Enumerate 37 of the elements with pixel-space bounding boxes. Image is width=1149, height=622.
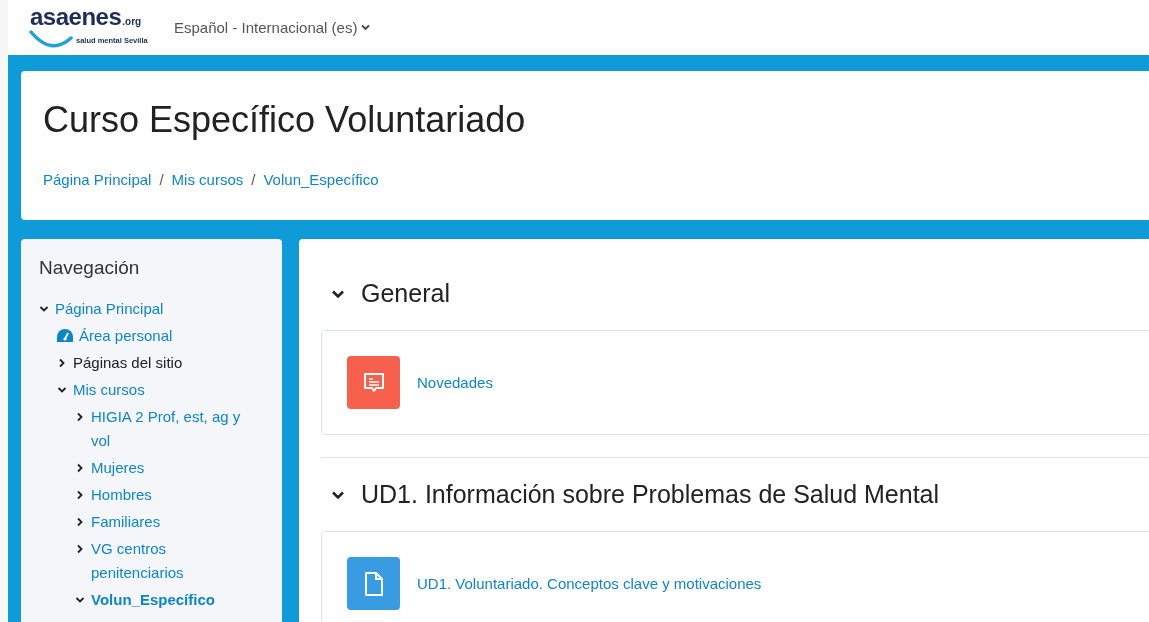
course-title: Curso Específico Voluntariado [43,99,527,141]
nav-item[interactable]: HIGIA 2 Prof, est, ag y vol [75,405,246,453]
logo-suffix: .org [122,15,142,27]
nav-item[interactable]: Página Principal [39,297,246,321]
section-title: UD1. Información sobre Problemas de Salud Mental [361,480,940,509]
breadcrumb-link[interactable]: Página Principal [43,171,152,188]
chevron-right-icon[interactable] [75,544,85,554]
dashboard-icon [57,329,73,343]
breadcrumb-link[interactable]: Mis cursos [171,171,244,188]
logo-name: asaenes [30,2,122,31]
activity-link[interactable]: Novedades [417,374,493,391]
language-menu[interactable]: Español - Internacional (es) [174,19,371,36]
nav-item[interactable]: Área personal [57,324,246,348]
chevron-right-icon[interactable] [75,517,85,527]
chevron-right-icon[interactable] [75,412,85,422]
activity-link[interactable]: UD1. Voluntariado. Conceptos clave y motivaciones [417,575,762,592]
nav-item[interactable]: Páginas del sitio [57,351,246,375]
chevron-down-icon[interactable] [57,385,67,395]
document-icon [362,570,385,597]
breadcrumb-separator: / [159,171,164,188]
nav-item[interactable]: Volun_Específico [75,588,246,612]
smile-icon [28,29,74,50]
chevron-right-icon[interactable] [75,490,85,500]
nav-item[interactable]: VG centros penitenciarios [75,537,246,585]
section-title: General [361,279,450,308]
chevron-down-icon[interactable] [39,304,49,314]
chevron-right-icon[interactable] [57,358,67,368]
caret-icon [361,24,371,31]
chevron-right-icon[interactable] [75,463,85,473]
breadcrumb-link[interactable]: Volun_Específico [263,171,379,188]
breadcrumb-separator: / [251,171,256,188]
nav-item[interactable]: Hombres [75,483,246,507]
chevron-down-icon[interactable] [75,595,85,605]
nav-item[interactable]: Mujeres [75,456,246,480]
nav-item[interactable]: Familiares [75,510,246,534]
nav-item[interactable]: Mis cursos [57,378,246,402]
panel-title: Navegación [39,257,141,279]
